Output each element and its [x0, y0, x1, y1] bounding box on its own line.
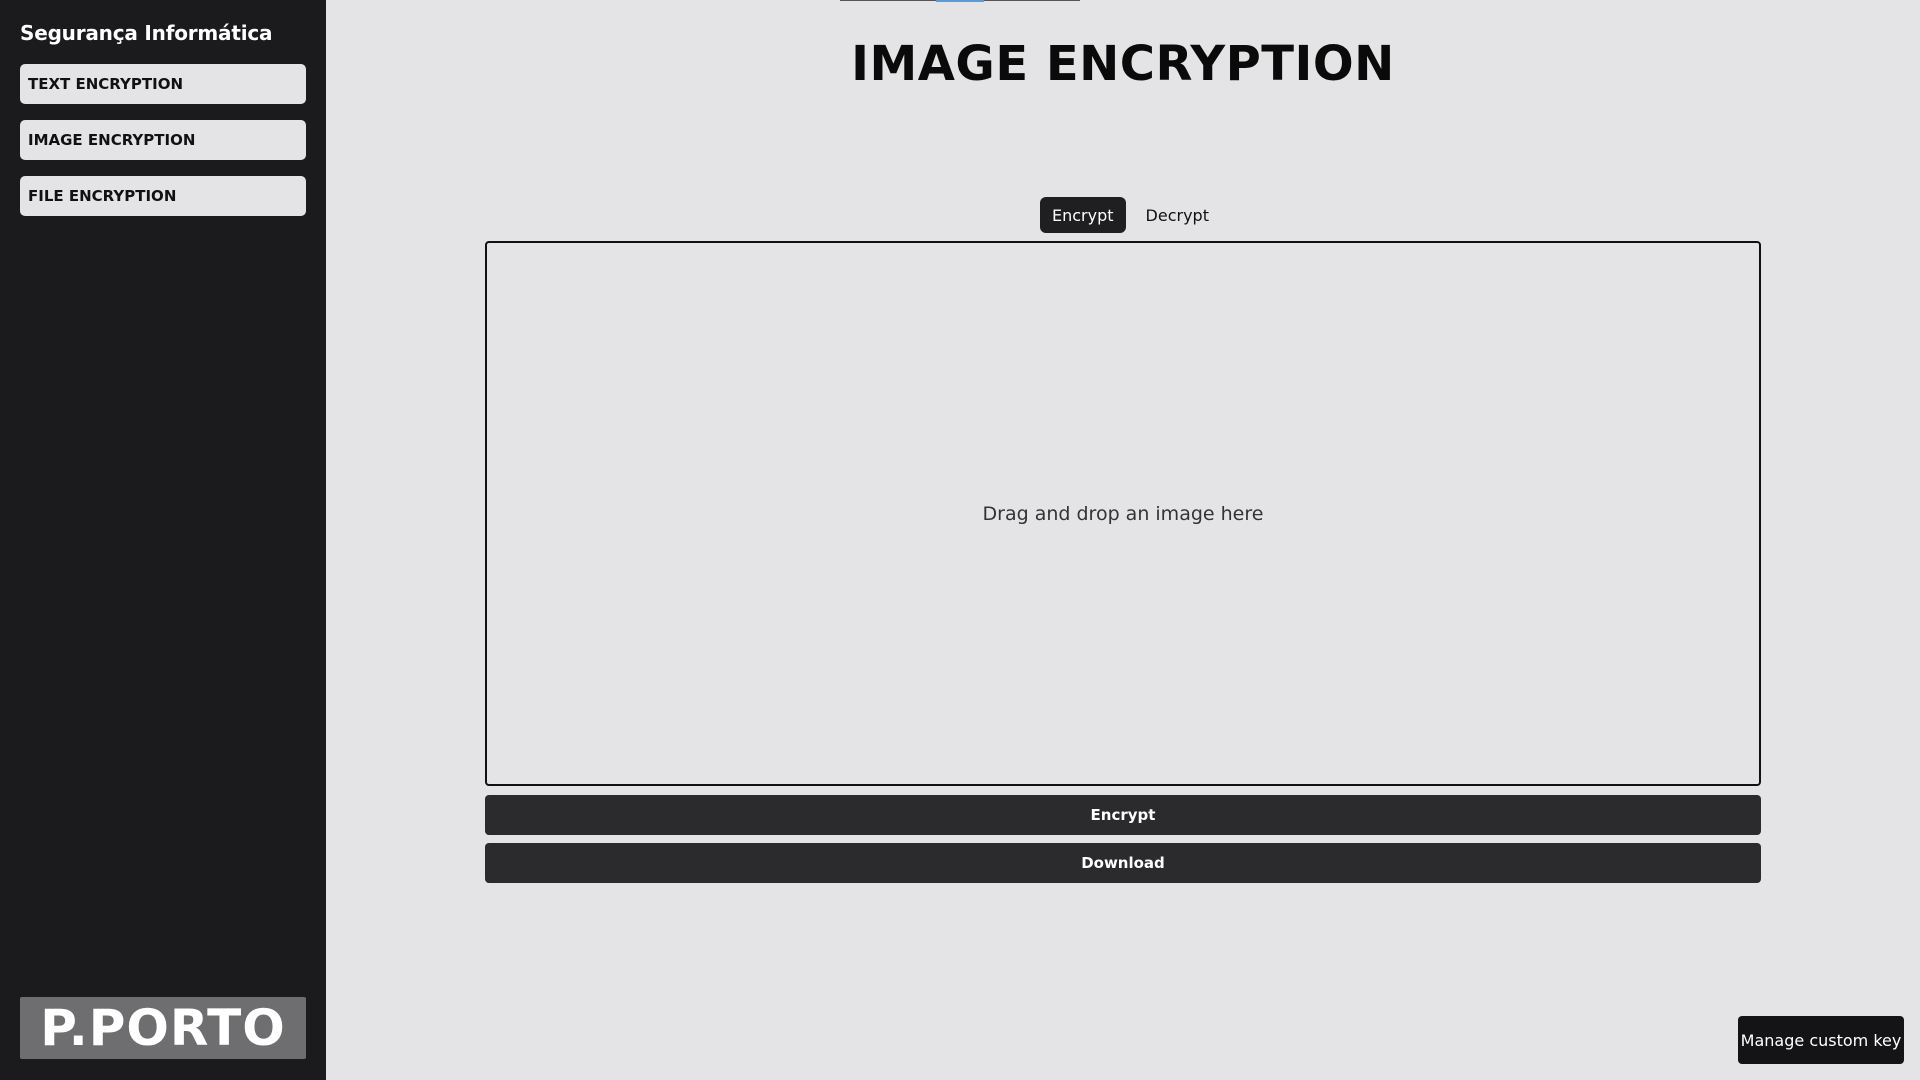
- sidebar-item-label: FILE ENCRYPTION: [28, 187, 177, 205]
- logo-text: P.PORTO: [40, 999, 286, 1057]
- sidebar-title: Segurança Informática: [20, 21, 273, 45]
- dropzone-label: Drag and drop an image here: [982, 502, 1264, 525]
- tab-decrypt[interactable]: Decrypt: [1134, 197, 1221, 233]
- sidebar-item-file-encryption[interactable]: FILE ENCRYPTION: [20, 176, 306, 216]
- encrypt-button[interactable]: Encrypt: [485, 795, 1761, 835]
- page-title: IMAGE ENCRYPTION: [851, 36, 1395, 92]
- top-divider-accent: [936, 0, 984, 2]
- mode-tabs: Encrypt Decrypt: [1040, 197, 1221, 233]
- sidebar-item-label: IMAGE ENCRYPTION: [28, 131, 196, 149]
- sidebar: Segurança Informática TEXT ENCRYPTION IM…: [0, 0, 326, 1080]
- download-button[interactable]: Download: [485, 843, 1761, 883]
- image-dropzone[interactable]: Drag and drop an image here: [485, 241, 1761, 786]
- tab-encrypt[interactable]: Encrypt: [1040, 197, 1126, 233]
- sidebar-item-text-encryption[interactable]: TEXT ENCRYPTION: [20, 64, 306, 104]
- app-window: Segurança Informática TEXT ENCRYPTION IM…: [0, 0, 1920, 1080]
- sidebar-item-label: TEXT ENCRYPTION: [28, 75, 184, 93]
- sidebar-item-image-encryption[interactable]: IMAGE ENCRYPTION: [20, 120, 306, 160]
- manage-custom-key-button[interactable]: Manage custom key: [1738, 1016, 1904, 1064]
- pporto-logo: P.PORTO: [20, 997, 306, 1059]
